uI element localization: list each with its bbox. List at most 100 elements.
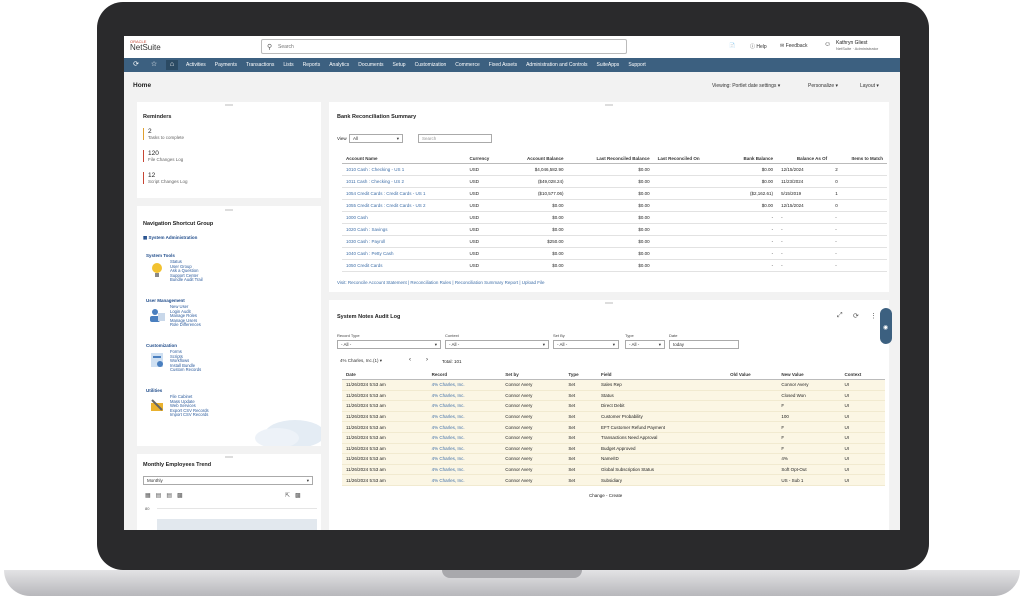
nav-item-lists[interactable]: Lists bbox=[283, 62, 293, 68]
table-cell: - bbox=[831, 211, 887, 224]
nav-item-commerce[interactable]: Commerce bbox=[455, 62, 479, 68]
nav-item-fixed-assets[interactable]: Fixed Assets bbox=[489, 62, 517, 68]
record-link[interactable]: 4% Charles, Inc. bbox=[427, 474, 502, 486]
account-name-link[interactable]: 1055 Credit Cards : Credit Cards - US 2 bbox=[342, 199, 466, 212]
account-name-link[interactable]: 1050 Credit Cards bbox=[342, 259, 466, 272]
nav-item-reports[interactable]: Reports bbox=[303, 62, 321, 68]
column-header[interactable]: Last Reconciled Balance bbox=[567, 154, 654, 164]
star-icon[interactable]: ☆ bbox=[148, 60, 160, 70]
filter-context-select[interactable]: - All - ▾ bbox=[445, 340, 549, 349]
drag-handle bbox=[605, 302, 613, 304]
record-selector[interactable]: 4% Charles, Inc.(1) ▾ bbox=[337, 357, 401, 366]
expand-icon[interactable]: ⤢ bbox=[837, 312, 843, 320]
column-header[interactable]: New Value bbox=[777, 370, 841, 380]
record-link[interactable]: 4% Charles, Inc. bbox=[427, 421, 502, 433]
help-link[interactable]: ⓘ Help bbox=[750, 43, 767, 50]
column-header[interactable]: Set by bbox=[501, 370, 565, 380]
chart-type-toolbar[interactable]: ▦▤▤▩ bbox=[145, 492, 188, 499]
nav-item-administration-and-controls[interactable]: Administration and Controls bbox=[526, 62, 587, 68]
refresh-icon[interactable]: ⟳ bbox=[853, 312, 859, 320]
column-header[interactable]: Account Balance bbox=[504, 154, 568, 164]
column-header[interactable]: Last Reconciled On bbox=[653, 154, 725, 164]
record-link[interactable]: 4% Charles, Inc. bbox=[427, 379, 502, 391]
column-header[interactable]: Record bbox=[427, 370, 502, 380]
bank-footer-links[interactable]: Visit: Reconcile Account Statement | Rec… bbox=[337, 280, 545, 285]
column-header[interactable]: Account Name bbox=[342, 154, 466, 164]
record-link[interactable]: 4% Charles, Inc. bbox=[427, 432, 502, 444]
filter-date-select[interactable]: today bbox=[669, 340, 739, 349]
reminder-item[interactable]: 2 Tasks to complete bbox=[143, 128, 303, 140]
nav-item-activities[interactable]: Activities bbox=[186, 62, 206, 68]
shortcut-link-bundle-audit-trail[interactable]: Bundle Audit Trail bbox=[170, 278, 203, 283]
shortcut-link-custom-records[interactable]: Custom Records bbox=[170, 368, 201, 373]
trend-period-select[interactable]: Monthly ▾ bbox=[143, 476, 313, 485]
next-page-icon[interactable]: › bbox=[426, 357, 428, 363]
system-administration-header[interactable]: ▦ System Administration bbox=[143, 235, 197, 241]
filter-record-type-select[interactable]: - All - ▾ bbox=[337, 340, 441, 349]
line-chart-icon[interactable]: ⇱ bbox=[285, 493, 295, 499]
record-link[interactable]: 4% Charles, Inc. bbox=[427, 443, 502, 455]
nav-item-analytics[interactable]: Analytics bbox=[329, 62, 349, 68]
user-avatar-icon[interactable]: ☺ bbox=[824, 41, 831, 48]
search-input[interactable] bbox=[278, 42, 608, 52]
column-header[interactable]: Type bbox=[564, 370, 598, 380]
account-name-link[interactable]: 1010 Cash : Checking - US 1 bbox=[342, 163, 466, 176]
column-header[interactable]: Context bbox=[840, 370, 885, 380]
nav-item-support[interactable]: Support bbox=[628, 62, 646, 68]
bank-search-input[interactable]: Search bbox=[418, 134, 492, 143]
reminder-item[interactable]: 120 File Changes Log bbox=[143, 150, 303, 162]
record-link[interactable]: 4% Charles, Inc. bbox=[427, 453, 502, 465]
filter-set-by-select[interactable]: - All - ▾ bbox=[553, 340, 619, 349]
table-cell: - bbox=[777, 247, 832, 260]
column-chart-icon[interactable]: ▩ bbox=[177, 493, 188, 499]
view-select[interactable]: All ▾ bbox=[349, 134, 403, 143]
shortcut-link-import-csv-records[interactable]: Import CSV Records bbox=[170, 413, 209, 418]
nav-item-transactions[interactable]: Transactions bbox=[246, 62, 274, 68]
nav-item-suiteapps[interactable]: SuiteApps bbox=[597, 62, 620, 68]
grid-icon: ▦ bbox=[143, 235, 148, 240]
nav-item-setup[interactable]: Setup bbox=[393, 62, 406, 68]
filter-type-select[interactable]: - All - ▾ bbox=[625, 340, 665, 349]
user-menu[interactable]: Kathryn Gliest NetSuite · Administrator bbox=[836, 40, 878, 52]
record-link[interactable]: 4% Charles, Inc. bbox=[427, 400, 502, 412]
reminder-item[interactable]: 12 Script Changes Log bbox=[143, 172, 303, 184]
recent-records-icon[interactable]: ⟳ bbox=[130, 60, 142, 70]
account-name-link[interactable]: 1054 Credit Cards : Credit Cards - US 1 bbox=[342, 187, 466, 200]
account-name-link[interactable]: 1030 Cash : Payroll bbox=[342, 235, 466, 248]
column-header[interactable]: Balance As Of bbox=[777, 154, 832, 164]
bar-chart-icon[interactable]: ▤ bbox=[156, 493, 167, 499]
account-name-link[interactable]: 1020 Cash : Savings bbox=[342, 223, 466, 236]
layout-button[interactable]: Layout ▾ bbox=[860, 83, 879, 89]
nav-item-documents[interactable]: Documents bbox=[358, 62, 383, 68]
record-link[interactable]: 4% Charles, Inc. bbox=[427, 464, 502, 476]
stacked-chart-icon[interactable]: ▤ bbox=[166, 493, 177, 499]
shortcut-link-role-differences[interactable]: Role Differences bbox=[170, 323, 201, 328]
personalize-button[interactable]: Personalize ▾ bbox=[808, 83, 838, 89]
column-header[interactable]: Bank Balance bbox=[724, 154, 778, 164]
more-options-icon[interactable]: ⋮ bbox=[870, 312, 877, 320]
nav-item-payments[interactable]: Payments bbox=[215, 62, 237, 68]
area-chart-icon[interactable]: ▩ bbox=[295, 493, 306, 499]
shortcut-group-utilities: Utilities bbox=[146, 388, 163, 393]
document-icon[interactable]: 📄 bbox=[729, 43, 735, 49]
table-icon[interactable]: ▦ bbox=[145, 493, 156, 499]
floating-assistant-bar[interactable]: ◉ bbox=[880, 308, 892, 344]
account-name-link[interactable]: 1040 Cash : Petty Cash bbox=[342, 247, 466, 260]
account-name-link[interactable]: 1000 Cash bbox=[342, 211, 466, 224]
netsuite-logo[interactable]: ORACLE NetSuite bbox=[130, 40, 161, 52]
column-header[interactable]: Items to Match bbox=[831, 154, 887, 164]
column-header[interactable]: Old Value bbox=[726, 370, 778, 380]
feedback-link[interactable]: ✉ Feedback bbox=[780, 43, 808, 49]
record-link[interactable]: 4% Charles, Inc. bbox=[427, 390, 502, 402]
column-header[interactable]: Field bbox=[597, 370, 727, 380]
global-search[interactable]: ⚲ bbox=[261, 39, 627, 54]
portlet-date-settings[interactable]: Viewing: Portlet date settings ▾ bbox=[712, 83, 780, 89]
column-header[interactable]: Currency bbox=[465, 154, 505, 164]
home-icon[interactable]: ⌂ bbox=[166, 60, 178, 70]
column-header[interactable]: Date bbox=[342, 370, 428, 380]
nav-item-customization[interactable]: Customization bbox=[415, 62, 447, 68]
account-name-link[interactable]: 1011 Cash : Checking - US 2 bbox=[342, 175, 466, 188]
record-link[interactable]: 4% Charles, Inc. bbox=[427, 411, 502, 423]
previous-page-icon[interactable]: ‹ bbox=[409, 357, 411, 363]
chart-options-toolbar[interactable]: ⇱▩ bbox=[285, 492, 306, 499]
